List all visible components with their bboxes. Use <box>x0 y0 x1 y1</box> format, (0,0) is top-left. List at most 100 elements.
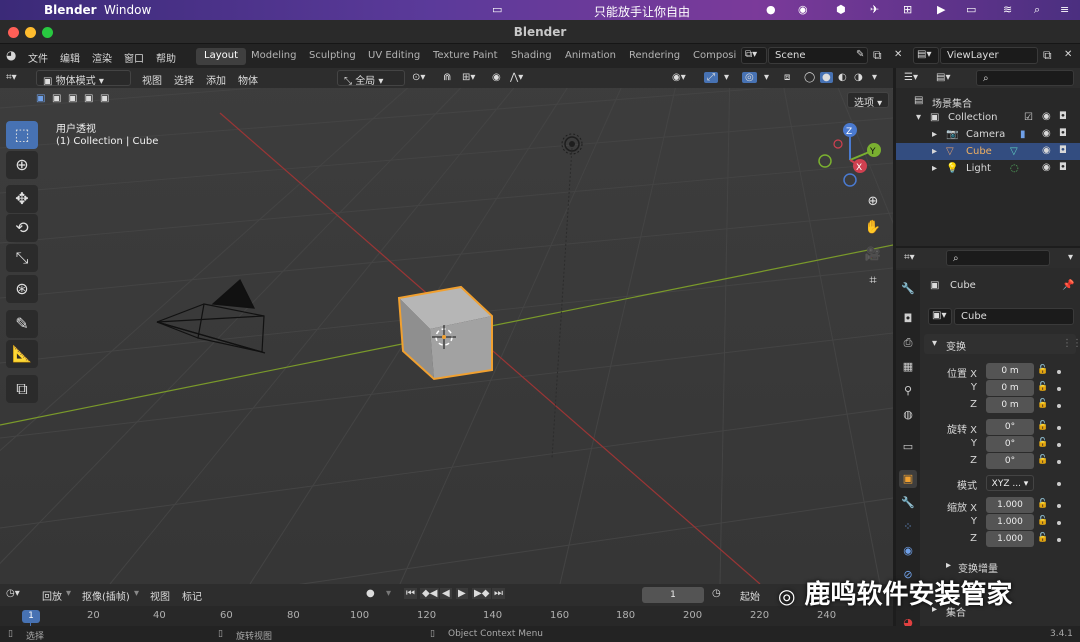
blender-logo-icon[interactable]: ◕ <box>6 48 16 62</box>
tab-layout[interactable]: Layout <box>196 48 246 65</box>
visibility-icon[interactable]: ◉▾ <box>672 72 686 83</box>
menu-file[interactable]: 文件 <box>28 50 48 65</box>
menu-keying[interactable]: 抠像(插帧) <box>82 588 130 603</box>
expand-icon[interactable]: ▸ <box>932 129 937 140</box>
play-icon[interactable]: ▶ <box>456 588 468 599</box>
rotation-z-field[interactable]: 0° <box>986 453 1034 469</box>
input-method-icon[interactable]: ⊞ <box>903 3 912 16</box>
physics-tab-icon[interactable]: ◉ <box>899 542 917 560</box>
select-mode-subtract-icon[interactable]: ▣ <box>68 93 77 104</box>
delete-viewlayer-icon[interactable]: ✕ <box>1064 49 1072 60</box>
properties-editor-icon[interactable]: ⌗▾ <box>904 252 915 263</box>
control-center-icon[interactable]: ≡ <box>1060 3 1069 16</box>
properties-search-field[interactable]: ⌕ <box>946 250 1050 266</box>
transform-tool[interactable]: ⊛ <box>6 275 38 303</box>
tab-modeling[interactable]: Modeling <box>243 48 305 65</box>
scene-tab-icon[interactable]: ⚲ <box>899 382 917 400</box>
gizmo-toggle-icon[interactable]: ⤢ <box>704 72 718 83</box>
render-camera-icon[interactable]: ◘ <box>1059 128 1067 139</box>
wifi-icon[interactable]: ≋ <box>1003 3 1012 16</box>
shading-menu-icon[interactable]: ▾ <box>872 72 877 83</box>
eye-icon[interactable]: ◉ <box>1042 162 1051 173</box>
current-frame-marker[interactable]: 1 <box>22 610 40 623</box>
measure-tool[interactable]: 📐 <box>6 340 38 368</box>
menu-edit[interactable]: 编辑 <box>60 50 80 65</box>
menu-playback[interactable]: 回放 <box>42 588 62 603</box>
play-icon[interactable]: ▶ <box>937 3 945 16</box>
lock-icon[interactable]: 🔓 <box>1037 421 1048 431</box>
lock-icon[interactable]: 🔓 <box>1037 399 1048 409</box>
lock-icon[interactable]: 🔓 <box>1037 365 1048 375</box>
render-camera-icon[interactable]: ◘ <box>1059 145 1067 156</box>
keyframe-dot[interactable] <box>1057 482 1061 486</box>
mode-dropdown[interactable]: ▣ 物体模式 ▾ <box>36 70 131 87</box>
menu-select[interactable]: 选择 <box>174 72 194 87</box>
menu-view[interactable]: 视图 <box>142 72 162 87</box>
scale-x-field[interactable]: 1.000 <box>986 497 1034 513</box>
status-icon-4[interactable]: ✈ <box>870 3 879 16</box>
transform-panel-header[interactable]: ▾ 变换 ⋮⋮ <box>924 334 1080 354</box>
keying-options-icon[interactable]: ▾ <box>386 588 391 599</box>
lock-icon[interactable]: 🔓 <box>1037 455 1048 465</box>
add-cube-tool[interactable]: ⧉ <box>6 375 38 403</box>
status-icon-1[interactable]: ● <box>766 3 776 16</box>
keyframe-dot[interactable] <box>1057 387 1061 391</box>
render-camera-icon[interactable]: ◘ <box>1059 111 1067 122</box>
snap-target-icon[interactable]: ⊞▾ <box>462 72 475 83</box>
menu-add[interactable]: 添加 <box>206 72 226 87</box>
collection-checkbox[interactable]: ☑ <box>1024 112 1033 123</box>
expand-icon[interactable]: ▸ <box>932 146 937 157</box>
keyframe-dot[interactable] <box>1057 521 1061 525</box>
pivot-icon[interactable]: ⊙▾ <box>412 72 425 83</box>
select-mode-extend-icon[interactable]: ▣ <box>52 93 61 104</box>
tab-sculpting[interactable]: Sculpting <box>301 48 364 65</box>
lock-icon[interactable]: 🔓 <box>1037 499 1048 509</box>
tab-compositing[interactable]: Composi <box>685 48 744 65</box>
move-tool[interactable]: ✥ <box>6 185 38 213</box>
rotation-mode-dropdown[interactable]: XYZ ... ▾ <box>986 475 1034 491</box>
menu-marker[interactable]: 标记 <box>182 588 202 603</box>
world-tab-icon[interactable]: ◍ <box>899 406 917 424</box>
editor-type-icon[interactable]: ⌗▾ <box>6 72 17 83</box>
rendered-shading-icon[interactable]: ◑ <box>854 72 863 83</box>
properties-options-icon[interactable]: ▾ <box>1068 252 1073 263</box>
pin-properties-icon[interactable]: 📌 <box>1062 280 1074 291</box>
lock-icon[interactable]: 🔓 <box>1037 382 1048 392</box>
outliner-search-field[interactable]: ⌕ <box>976 70 1074 86</box>
wireframe-shading-icon[interactable]: ◯ <box>804 72 815 83</box>
preview-range-icon[interactable]: ◷ <box>712 588 721 599</box>
object-tab-icon[interactable]: ▣ <box>899 470 917 488</box>
lock-icon[interactable]: 🔓 <box>1037 516 1048 526</box>
display-mode-icon[interactable]: ▤▾ <box>936 72 950 83</box>
select-mode-new-icon[interactable]: ▣ <box>36 93 45 104</box>
modifier-tab-icon[interactable]: 🔧 <box>899 494 917 512</box>
status-icon-2[interactable]: ◉ <box>798 3 808 16</box>
keyframe-dot[interactable] <box>1057 460 1061 464</box>
battery-icon[interactable]: ▭ <box>966 3 976 16</box>
location-y-field[interactable]: 0 m <box>986 380 1034 396</box>
material-shading-icon[interactable]: ◐ <box>838 72 847 83</box>
scene-collection-row[interactable]: ▤ 场景集合 <box>896 92 1080 110</box>
snap-icon[interactable]: ⋒ <box>443 72 451 83</box>
location-x-field[interactable]: 0 m <box>986 363 1034 379</box>
keyframe-dot[interactable] <box>1057 538 1061 542</box>
auto-key-icon[interactable]: ● <box>366 588 375 599</box>
render-tab-icon[interactable]: ◘ <box>899 310 917 328</box>
lock-icon[interactable]: 🔓 <box>1037 438 1048 448</box>
keyframe-dot[interactable] <box>1057 443 1061 447</box>
gizmo-menu-icon[interactable]: ▾ <box>724 72 729 83</box>
scale-tool[interactable]: ⤡ <box>6 244 38 272</box>
expand-icon[interactable]: ▸ <box>932 163 937 174</box>
menu-object[interactable]: 物体 <box>238 72 258 87</box>
keyframe-dot[interactable] <box>1057 426 1061 430</box>
drag-handle-icon[interactable]: ⋮⋮ <box>1062 338 1080 349</box>
menu-view[interactable]: 视图 <box>150 588 170 603</box>
object-browse-button[interactable]: ▣▾ <box>928 308 952 325</box>
timeline-editor-icon[interactable]: ◷▾ <box>6 588 20 599</box>
scale-y-field[interactable]: 1.000 <box>986 514 1034 530</box>
prev-keyframe-icon[interactable]: ◆◀ <box>420 588 440 599</box>
eye-icon[interactable]: ◉ <box>1042 111 1051 122</box>
collection-row[interactable]: ▾ ▣ Collection ☑ ◉ ◘ <box>896 109 1080 126</box>
new-viewlayer-icon[interactable]: ⧉ <box>1043 48 1052 63</box>
new-scene-icon[interactable]: ⧉ <box>873 48 882 63</box>
